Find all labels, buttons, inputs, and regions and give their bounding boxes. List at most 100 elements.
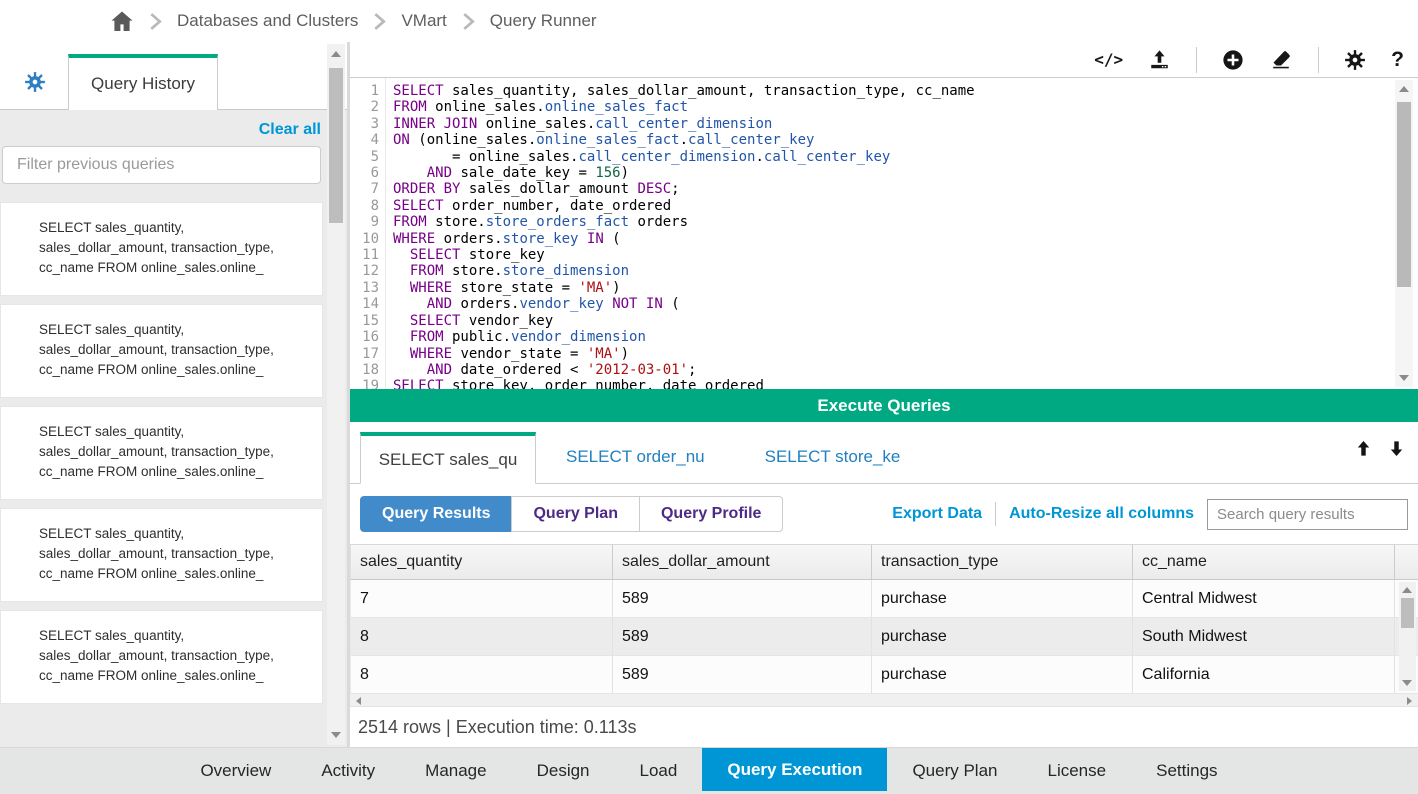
clear-all-link[interactable]: Clear all xyxy=(259,121,321,139)
subtab-query-results[interactable]: Query Results xyxy=(360,496,512,532)
nav-item-design[interactable]: Design xyxy=(512,748,615,794)
nav-item-query-plan[interactable]: Query Plan xyxy=(887,748,1022,794)
code-line: FROM public.vendor_dimension xyxy=(393,329,1394,345)
breadcrumb-item[interactable]: VMart xyxy=(401,11,446,31)
line-number: 15 xyxy=(350,313,385,329)
table-scrollbar-thumb[interactable] xyxy=(1401,598,1414,628)
table-row[interactable]: 8589purchaseSouth Midwest xyxy=(351,618,1418,656)
home-icon[interactable] xyxy=(110,10,134,33)
scroll-down-arrow-icon[interactable] xyxy=(331,732,341,738)
chevron-right-icon xyxy=(149,12,162,31)
code-line: FROM online_sales.online_sales_fact xyxy=(393,99,1394,115)
sql-token: call_center_key xyxy=(688,132,814,148)
history-item[interactable]: SELECT sales_quantity, sales_dollar_amou… xyxy=(0,202,323,296)
result-tab[interactable]: SELECT store_ke xyxy=(735,431,931,483)
scroll-down-arrow-icon[interactable] xyxy=(1402,680,1412,686)
nav-item-load[interactable]: Load xyxy=(615,748,703,794)
history-item[interactable]: SELECT sales_quantity, sales_dollar_amou… xyxy=(0,406,323,500)
add-query-icon[interactable] xyxy=(1222,49,1244,71)
sql-token: = online_sales. xyxy=(393,149,578,165)
sql-token xyxy=(393,329,410,345)
sql-token: orders. xyxy=(452,296,519,312)
breadcrumb-item[interactable]: Databases and Clusters xyxy=(177,11,358,31)
column-header[interactable]: cc_name xyxy=(1133,545,1395,579)
sql-token: SELECT xyxy=(410,313,461,329)
execute-queries-button[interactable]: Execute Queries xyxy=(350,389,1418,422)
scroll-left-arrow-icon[interactable] xyxy=(356,697,361,705)
sql-token: store. xyxy=(427,214,486,230)
breadcrumb-item[interactable]: Query Runner xyxy=(490,11,597,31)
column-header[interactable]: transaction_type xyxy=(872,545,1133,579)
scroll-down-arrow-icon[interactable] xyxy=(1399,375,1409,381)
column-header[interactable]: sales_quantity xyxy=(351,545,613,579)
scroll-up-arrow-icon[interactable] xyxy=(331,51,341,57)
scroll-right-arrow-icon[interactable] xyxy=(1407,697,1412,705)
nav-item-manage[interactable]: Manage xyxy=(400,748,511,794)
sql-token: ) xyxy=(621,346,629,362)
sql-token: sales_dollar_amount xyxy=(460,181,637,197)
sql-token xyxy=(393,247,410,263)
table-row[interactable]: 8589purchaseCalifornia xyxy=(351,656,1418,694)
tab-query-history[interactable]: Query History xyxy=(68,54,218,110)
code-line: ORDER BY sales_dollar_amount DESC; xyxy=(393,181,1394,197)
table-horizontal-scrollbar[interactable] xyxy=(350,694,1418,707)
sql-token: vendor_key xyxy=(460,313,553,329)
editor-scrollbar-thumb[interactable] xyxy=(1397,102,1411,287)
sql-token: sale_date_key = xyxy=(452,165,595,181)
line-number: 18 xyxy=(350,362,385,378)
sql-token: ) xyxy=(621,165,629,181)
upload-icon[interactable] xyxy=(1148,49,1171,71)
table-cell: purchase xyxy=(872,618,1133,655)
table-row[interactable]: 7589purchaseCentral Midwest xyxy=(351,580,1418,618)
line-number: 19 xyxy=(350,378,385,389)
sql-editor[interactable]: 12345678910111213141516171819 SELECT sal… xyxy=(350,78,1418,389)
column-header[interactable]: sales_dollar_amount xyxy=(613,545,872,579)
nav-item-activity[interactable]: Activity xyxy=(296,748,400,794)
chevron-right-icon xyxy=(373,12,386,31)
move-up-arrow-icon[interactable] xyxy=(1354,439,1373,458)
filter-queries-input[interactable] xyxy=(2,146,321,184)
sql-token: store_dimension xyxy=(503,263,629,279)
export-data-link[interactable]: Export Data xyxy=(892,505,982,523)
result-tab[interactable]: SELECT order_nu xyxy=(536,431,735,483)
sidebar-scrollbar-thumb[interactable] xyxy=(329,68,343,223)
history-item[interactable]: SELECT sales_quantity, sales_dollar_amou… xyxy=(0,304,323,398)
clear-all-row: Clear all xyxy=(0,110,323,146)
nav-item-license[interactable]: License xyxy=(1023,748,1132,794)
subtab-query-plan[interactable]: Query Plan xyxy=(511,496,639,532)
code-line: WHERE orders.store_key IN ( xyxy=(393,231,1394,247)
table-cell: 589 xyxy=(613,618,872,655)
history-item[interactable]: SELECT sales_quantity, sales_dollar_amou… xyxy=(0,508,323,602)
editor-scrollbar[interactable] xyxy=(1395,80,1413,387)
settings-gear-icon[interactable] xyxy=(1344,49,1366,71)
auto-resize-columns-link[interactable]: Auto-Resize all columns xyxy=(1009,505,1194,523)
line-number: 14 xyxy=(350,296,385,312)
table-cell: 589 xyxy=(613,580,872,617)
line-number: 13 xyxy=(350,280,385,296)
sql-token: store_key xyxy=(503,231,579,247)
search-results-input[interactable] xyxy=(1207,499,1408,530)
sql-token: vendor_key xyxy=(519,296,603,312)
scroll-up-arrow-icon[interactable] xyxy=(1402,587,1412,593)
sql-token: date_ordered < xyxy=(452,362,587,378)
sidebar-settings-gear-icon[interactable] xyxy=(24,71,46,93)
sql-token: store_key xyxy=(460,247,544,263)
sidebar-scrollbar[interactable] xyxy=(327,44,345,745)
move-down-arrow-icon[interactable] xyxy=(1387,439,1406,458)
history-item[interactable]: SELECT sales_quantity, sales_dollar_amou… xyxy=(0,610,323,704)
sql-token: IN xyxy=(587,231,604,247)
sql-token: AND xyxy=(427,296,452,312)
result-tab[interactable]: SELECT sales_qu xyxy=(360,432,536,484)
nav-item-settings[interactable]: Settings xyxy=(1131,748,1242,794)
subtab-query-profile[interactable]: Query Profile xyxy=(639,496,783,532)
code-line: WHERE store_state = 'MA') xyxy=(393,280,1394,296)
help-icon[interactable]: ? xyxy=(1391,48,1404,72)
scroll-up-arrow-icon[interactable] xyxy=(1399,86,1409,92)
format-code-icon[interactable]: </> xyxy=(1094,50,1123,69)
table-scrollbar[interactable] xyxy=(1399,582,1416,691)
nav-item-query-execution[interactable]: Query Execution xyxy=(702,748,887,791)
sql-token: vendor_dimension xyxy=(511,329,646,345)
clear-editor-eraser-icon[interactable] xyxy=(1269,49,1293,71)
table-body: 7589purchaseCentral Midwest8589purchaseS… xyxy=(350,580,1418,694)
nav-item-overview[interactable]: Overview xyxy=(175,748,296,794)
